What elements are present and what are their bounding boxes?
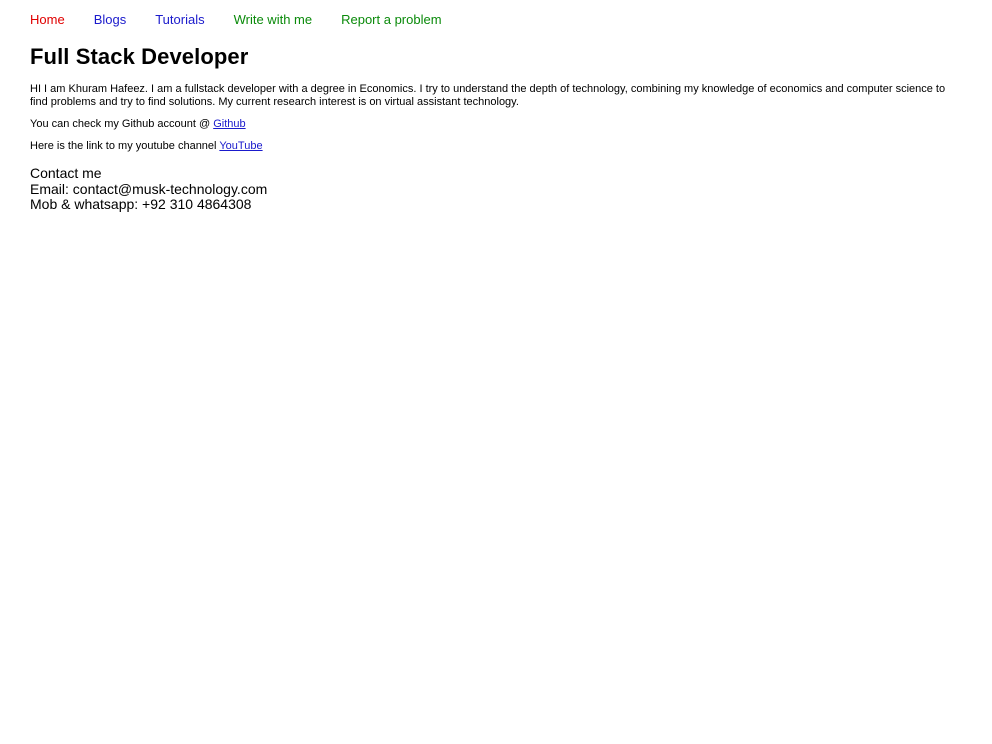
intro-paragraph: HI I am Khuram Hafeez. I am a fullstack …: [30, 83, 946, 108]
top-nav: Home Blogs Tutorials Write with me Repor…: [30, 12, 442, 28]
contact-section: Contact me Email: contact@musk-technolog…: [30, 165, 268, 213]
nav-write-with-me-link[interactable]: Write with me: [234, 12, 313, 28]
contact-phone: Mob & whatsapp: +92 310 4864308: [30, 196, 252, 212]
youtube-line-text: Here is the link to my youtube channel: [30, 140, 220, 152]
page: Home Blogs Tutorials Write with me Repor…: [0, 0, 992, 744]
github-link[interactable]: Github: [213, 118, 245, 130]
nav-blogs-link[interactable]: Blogs: [94, 12, 127, 28]
nav-report-problem-link[interactable]: Report a problem: [341, 12, 441, 28]
github-line: You can check my Github account @ Github: [30, 118, 246, 131]
nav-home-link[interactable]: Home: [30, 12, 65, 28]
youtube-link[interactable]: YouTube: [219, 140, 262, 152]
page-title: Full Stack Developer: [30, 44, 249, 69]
github-line-text: You can check my Github account @: [30, 118, 214, 130]
contact-email: Email: contact@musk-technology.com: [30, 180, 268, 197]
nav-tutorials-link[interactable]: Tutorials: [155, 12, 204, 28]
contact-heading: Contact me: [30, 165, 102, 181]
youtube-line: Here is the link to my youtube channel Y…: [30, 140, 263, 153]
